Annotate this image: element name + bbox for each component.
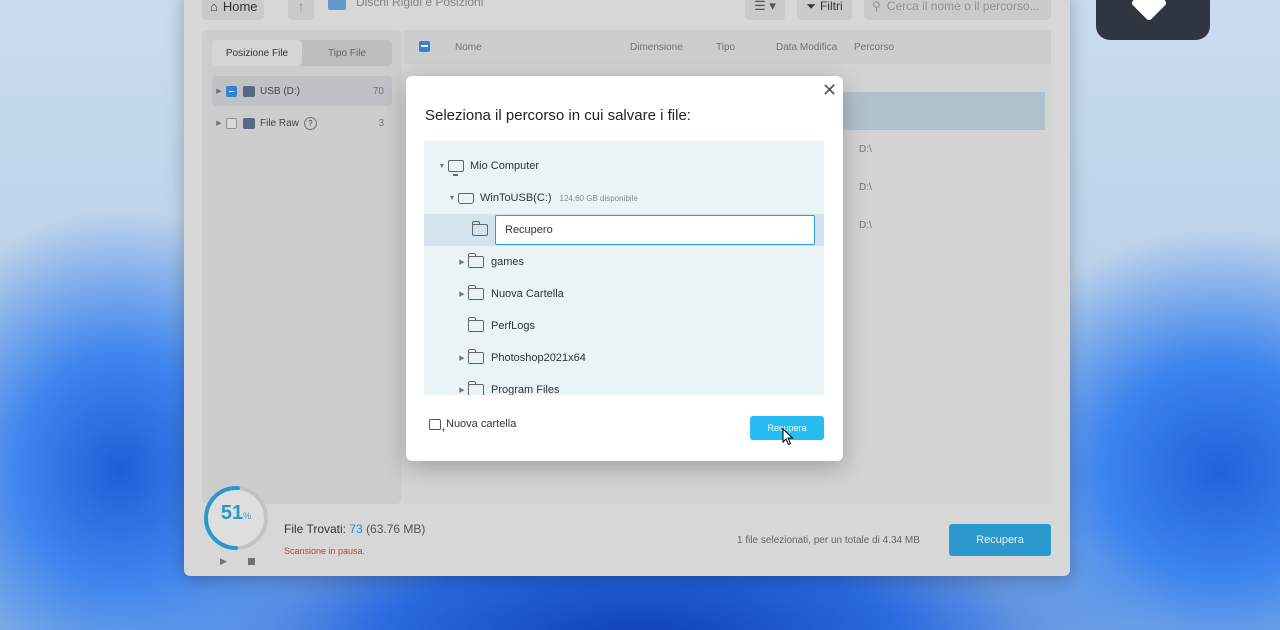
tree-node-folder[interactable]: ▶ Photoshop2021x64 xyxy=(424,342,824,374)
folder-icon xyxy=(467,381,484,395)
app-shape-icon xyxy=(1130,0,1168,22)
folder-icon xyxy=(467,317,484,332)
tree-node-new-folder[interactable] xyxy=(424,214,824,246)
folder-icon xyxy=(471,221,488,236)
tree-node-label: PerfLogs xyxy=(491,320,536,332)
drive-icon xyxy=(458,192,474,204)
floating-app-icon[interactable] xyxy=(1096,0,1210,40)
folder-icon xyxy=(467,285,484,300)
folder-icon xyxy=(467,253,484,268)
dialog-title: Seleziona il percorso in cui salvare i f… xyxy=(425,107,691,124)
tree-node-label: games xyxy=(491,256,525,268)
tree-node-folder[interactable]: ▶ Nuova Cartella xyxy=(424,278,824,310)
new-folder-button[interactable]: Nuova cartella xyxy=(429,418,517,435)
tree-node-label: Photoshop2021x64 xyxy=(491,352,586,364)
tree-node-folder[interactable]: PerfLogs xyxy=(424,310,824,342)
chevron-right-icon[interactable]: ▶ xyxy=(456,386,468,394)
add-folder-icon xyxy=(429,418,446,435)
tree-node-folder[interactable]: ▶ games xyxy=(424,246,824,278)
folder-name-input[interactable] xyxy=(495,215,815,245)
tree-node-drive-c[interactable]: ▼ WinToUSB(C:) 124.60 GB disponibile xyxy=(424,182,824,214)
save-location-dialog: Seleziona il percorso in cui salvare i f… xyxy=(406,76,843,461)
tree-node-label: Program Files xyxy=(491,384,560,395)
chevron-down-icon[interactable]: ▼ xyxy=(446,195,458,202)
drive-free-space: 124.60 GB disponibile xyxy=(559,193,638,203)
new-folder-label: Nuova cartella xyxy=(446,418,517,430)
close-icon[interactable]: ✕ xyxy=(822,81,837,99)
tree-node-my-computer[interactable]: ▼ Mio Computer xyxy=(424,150,824,182)
mouse-pointer-icon xyxy=(782,428,794,446)
tree-node-label: WinToUSB(C:) xyxy=(480,192,552,204)
computer-icon xyxy=(448,160,464,176)
tree-node-label: Mio Computer xyxy=(470,160,540,172)
folder-icon xyxy=(467,349,484,364)
chevron-right-icon[interactable]: ▶ xyxy=(456,354,468,362)
chevron-down-icon[interactable]: ▼ xyxy=(436,163,448,170)
chevron-right-icon[interactable]: ▶ xyxy=(456,290,468,298)
tree-node-label: Nuova Cartella xyxy=(491,288,564,300)
chevron-right-icon[interactable]: ▶ xyxy=(456,258,468,266)
folder-tree: ▼ Mio Computer ▼ WinToUSB(C:) 124.60 GB … xyxy=(424,141,824,395)
tree-node-folder[interactable]: ▶ Program Files xyxy=(424,374,824,395)
